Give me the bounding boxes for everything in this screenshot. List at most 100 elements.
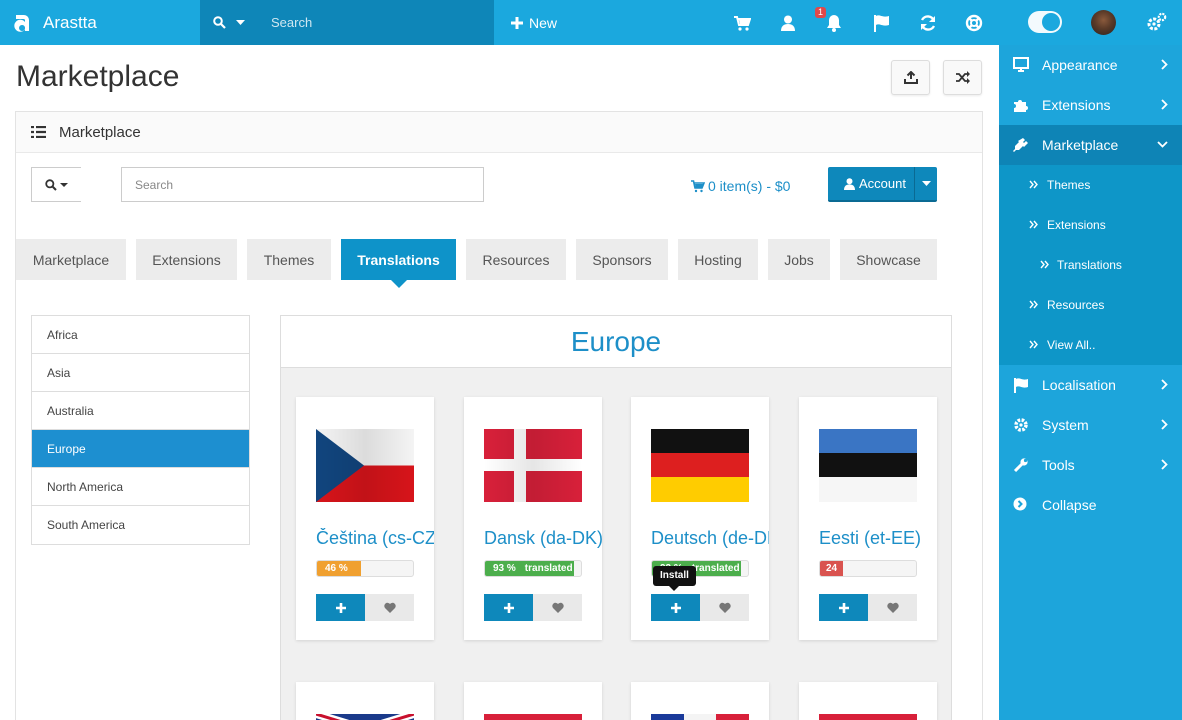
plus-icon [838,602,849,613]
bell-icon[interactable] [825,14,843,32]
region-item-south-america[interactable]: South America [32,506,249,544]
install-button[interactable] [316,594,365,621]
brand[interactable]: Arastta [0,0,200,45]
account-caret-button[interactable] [914,167,937,200]
region-label: Africa [47,327,78,342]
sidebar-item-label: Tools [1042,457,1075,473]
translation-title[interactable]: Dansk (da-DK) [484,528,602,549]
sidebar-item-collapse[interactable]: Collapse [999,485,1182,525]
submenu-item-label: Translations [1057,258,1122,272]
sidebar-item-system[interactable]: System [999,405,1182,445]
brand-name: Arastta [43,12,97,32]
favorite-button[interactable] [868,594,917,621]
translation-title[interactable]: Čeština (cs-CZ) [316,528,434,549]
flag-icon[interactable] [873,14,891,32]
region-heading: Europe [281,316,951,368]
caret-down-icon [921,181,931,186]
sidebar-item-extensions[interactable]: Extensions [999,85,1182,125]
german-flag [651,429,749,502]
panel-title: Marketplace [59,123,141,141]
tab-label: Hosting [694,251,742,268]
shuffle-button[interactable] [943,60,982,95]
page-title: Marketplace [16,60,180,93]
tab-jobs[interactable]: Jobs [768,239,830,280]
tab-label: Themes [263,251,315,268]
plus-icon [511,16,523,29]
red-flag [484,714,582,720]
sidebar-item-label: Localisation [1042,377,1116,393]
tab-extensions[interactable]: Extensions [136,239,237,280]
submenu-item-resources[interactable]: Resources [999,285,1182,325]
sidebar-item-marketplace[interactable]: Marketplace [999,125,1182,165]
translation-title[interactable]: Deutsch (de-DE) [651,528,769,549]
estonian-flag [819,429,917,502]
favorite-button[interactable] [700,594,749,621]
upload-button[interactable] [891,60,930,95]
plus-icon [503,602,514,613]
lifebuoy-icon[interactable] [965,14,983,32]
marketplace-search-input[interactable] [121,167,484,202]
submenu-item-extensions[interactable]: Extensions [999,205,1182,245]
heart-icon [383,602,396,613]
region-item-australia[interactable]: Australia [32,392,249,430]
tab-label: Translations [357,251,440,268]
user-icon [844,177,855,190]
theme-toggle[interactable] [1028,11,1062,33]
account-button[interactable]: Account [828,176,914,191]
submenu-item-label: Themes [1047,178,1091,192]
tab-hosting[interactable]: Hosting [678,239,758,280]
puzzle-icon [1014,100,1028,112]
double-chevron-icon [1040,260,1049,269]
progress-text: 93 % [493,563,516,574]
tab-translations[interactable]: Translations [341,239,456,288]
progress-status: translated [691,563,740,574]
tab-themes[interactable]: Themes [247,239,331,280]
submenu-item-themes[interactable]: Themes [999,165,1182,205]
refresh-icon[interactable] [919,14,937,32]
account-dropdown[interactable]: Account [828,167,937,202]
plug-icon [1013,138,1028,152]
sidebar-item-label: Appearance [1042,57,1118,73]
progress-text: 24 [826,563,838,574]
sidebar-item-appearance[interactable]: Appearance [999,45,1182,85]
cart-icon[interactable] [733,14,751,32]
collapse-icon [1013,497,1027,511]
translation-title[interactable]: Eesti (et-EE) [819,528,937,549]
user-icon[interactable] [779,14,797,32]
tab-resources[interactable]: Resources [466,239,566,280]
region-item-north-america[interactable]: North America [32,468,249,506]
favorite-button[interactable] [533,594,582,621]
region-item-europe[interactable]: Europe [32,430,249,468]
favorite-button[interactable] [365,594,414,621]
progress-fill: 46 % [317,561,362,576]
gears-icon[interactable] [1147,12,1167,32]
plus-icon [670,602,681,613]
search-type-dropdown[interactable] [31,167,81,202]
caret-down-icon [236,20,245,25]
search-scope-dropdown[interactable] [213,16,257,29]
heart-icon [886,602,899,613]
plus-icon [335,602,346,613]
region-item-asia[interactable]: Asia [32,354,249,392]
flag-icon [1014,378,1028,393]
tab-sponsors[interactable]: Sponsors [576,239,668,280]
new-button[interactable]: New [511,0,557,45]
sidebar-item-label: Marketplace [1042,137,1119,153]
submenu-item-translations[interactable]: Translations [999,245,1182,285]
sidebar-item-localisation[interactable]: Localisation [999,365,1182,405]
top-search-input[interactable] [271,15,471,30]
submenu-item-view-all[interactable]: View All.. [999,325,1182,365]
submenu-item-label: View All.. [1047,338,1096,352]
avatar[interactable] [1091,10,1116,35]
install-button[interactable] [651,594,700,621]
cart-link[interactable]: 0 item(s) - $0 [691,178,790,194]
tab-showcase[interactable]: Showcase [840,239,937,280]
sidebar-item-label: Collapse [1042,497,1097,513]
install-button[interactable] [819,594,868,621]
region-item-africa[interactable]: Africa [32,316,249,354]
sidebar-item-tools[interactable]: Tools [999,445,1182,485]
tricolor-flag [651,714,749,720]
install-button[interactable] [484,594,533,621]
monitor-icon [1013,57,1029,72]
tab-marketplace[interactable]: Marketplace [16,239,126,280]
